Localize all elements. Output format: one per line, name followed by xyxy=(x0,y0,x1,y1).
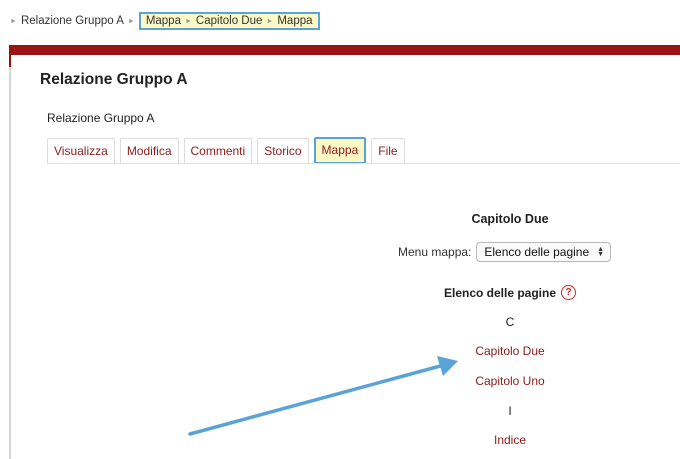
select-arrows-icon: ▲ ▼ xyxy=(597,246,605,258)
group-letter-i: I xyxy=(508,404,512,418)
breadcrumb-item-capitolo-due[interactable]: Capitolo Due xyxy=(196,15,262,27)
breadcrumb-item-relazione[interactable]: Relazione Gruppo A xyxy=(21,15,124,27)
map-menu-row: Menu mappa: Elenco delle pagine ▲ ▼ xyxy=(398,242,612,262)
breadcrumb-separator-icon: ► xyxy=(127,17,135,25)
page-left-border xyxy=(9,45,11,459)
tab-modifica[interactable]: Modifica xyxy=(119,137,179,163)
tab-commenti[interactable]: Commenti xyxy=(183,137,253,163)
page-link-capitolo-due[interactable]: Capitolo Due xyxy=(395,344,625,358)
tab-file[interactable]: File xyxy=(371,137,405,163)
page-header-bar xyxy=(11,45,680,55)
map-menu-select[interactable]: Elenco delle pagine ▲ ▼ xyxy=(476,242,612,262)
tab-mappa[interactable]: Mappa xyxy=(313,136,367,164)
breadcrumb-item-mappa[interactable]: Mappa xyxy=(146,15,181,27)
breadcrumb-separator-icon: ► xyxy=(184,17,192,25)
tabs-divider xyxy=(47,163,680,164)
map-page-title: Capitolo Due xyxy=(471,212,549,226)
breadcrumb-highlight-box: Mappa ► Capitolo Due ► Mappa xyxy=(138,12,320,30)
breadcrumb-separator-icon: ► xyxy=(266,17,274,25)
group-letter-c: C xyxy=(505,315,515,329)
breadcrumb-item-mappa-current: Mappa xyxy=(277,15,313,27)
map-menu-label: Menu mappa: xyxy=(398,245,472,259)
page-list-heading: Elenco delle pagine ? xyxy=(395,285,625,300)
wiki-name: Relazione Gruppo A xyxy=(47,111,155,125)
breadcrumb-separator-icon: ► xyxy=(10,17,17,25)
page-link-indice[interactable]: Indice xyxy=(395,433,625,447)
page-link-capitolo-uno[interactable]: Capitolo Uno xyxy=(395,374,625,388)
map-menu-selected-value: Elenco delle pagine xyxy=(484,245,590,259)
annotation-arrow-icon xyxy=(188,356,458,436)
tab-visualizza[interactable]: Visualizza xyxy=(47,137,115,163)
wiki-tabs: Visualizza Modifica Commenti Storico Map… xyxy=(47,136,410,164)
help-icon[interactable]: ? xyxy=(561,285,577,300)
tab-storico[interactable]: Storico xyxy=(257,137,309,163)
page-title: Relazione Gruppo A xyxy=(40,71,188,88)
breadcrumb: ► Relazione Gruppo A ► Mappa ► Capitolo … xyxy=(6,12,320,30)
page-list-title: Elenco delle pagine xyxy=(443,285,557,300)
